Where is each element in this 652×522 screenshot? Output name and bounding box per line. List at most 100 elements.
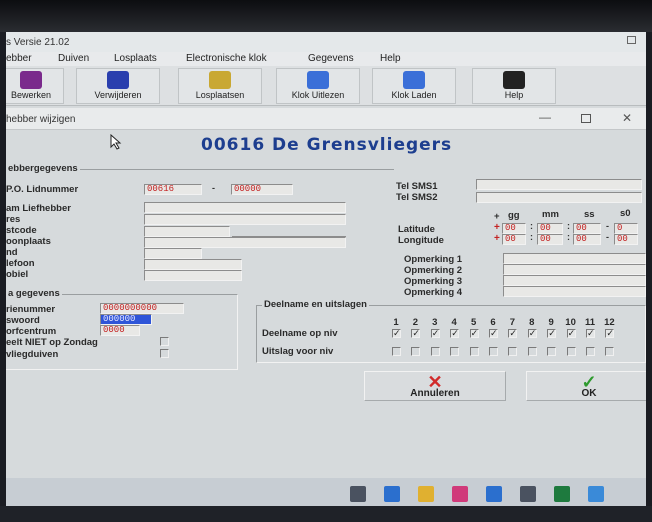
menu-gegevens[interactable]: Gegevens (308, 53, 354, 64)
adres-label: res (6, 214, 21, 225)
longitude-s0-field[interactable]: 00 (614, 234, 638, 245)
deelname-checkbox[interactable]: ✓ (566, 329, 576, 338)
latitude-ss-field[interactable]: 00 (573, 223, 601, 234)
remark-1-field[interactable] (503, 253, 646, 264)
bewerken-button[interactable]: Bewerken (6, 68, 64, 104)
uitslag-checkbox[interactable] (450, 347, 460, 356)
taskbar-app-icon[interactable] (520, 486, 536, 502)
menu-electronische-klok[interactable]: Electronische klok (186, 53, 267, 64)
klok-laden-button[interactable]: Klok Laden (372, 68, 456, 104)
section-title-extra: a gegevens (6, 288, 62, 299)
latitude-gg-field[interactable]: 00 (502, 223, 526, 234)
longitude-mm-field[interactable]: 00 (537, 234, 563, 245)
sms2-field[interactable] (476, 192, 642, 203)
remark-3-field[interactable] (503, 275, 646, 286)
deelname-checkbox[interactable]: ✓ (392, 329, 401, 338)
ok-button[interactable]: ✓ OK (526, 371, 646, 401)
dash-separator: - (212, 183, 215, 193)
zondag-checkbox[interactable] (160, 337, 169, 346)
verwijderen-button[interactable]: Verwijderen (76, 68, 160, 104)
taskbar-app-icon[interactable] (554, 486, 570, 502)
remark-3-label: Opmerking 3 (404, 276, 463, 287)
taskbar-app-icon[interactable] (486, 486, 502, 502)
uitslag-checkbox[interactable] (392, 347, 401, 356)
taskbar-app-icon[interactable] (350, 486, 366, 502)
menu-losplaats[interactable]: Losplaats (114, 53, 157, 64)
deelname-checkbox[interactable]: ✓ (450, 329, 460, 338)
uitslag-checkbox[interactable] (430, 347, 440, 356)
vliegduiven-checkbox[interactable] (160, 349, 169, 358)
menu-help[interactable]: Help (380, 53, 401, 64)
toolbar: Bewerken Verwijderen Losplaatsen Klok Ui… (6, 66, 646, 106)
uitslag-checkbox[interactable] (508, 347, 518, 356)
level-number: 7 (509, 317, 516, 328)
uitslag-checkbox[interactable] (411, 347, 421, 356)
maximize-icon[interactable] (627, 36, 636, 44)
latitude-sign[interactable]: + (494, 222, 500, 233)
taskbar-app-icon[interactable] (588, 486, 604, 502)
deelname-checkbox[interactable]: ✓ (430, 329, 440, 338)
uitslag-checkbox[interactable] (605, 347, 615, 356)
deelname-checkbox[interactable]: ✓ (489, 329, 498, 338)
deelname-checkbox[interactable]: ✓ (469, 329, 479, 338)
uitslag-checkbox[interactable] (469, 347, 479, 356)
deelname-checkbox[interactable]: ✓ (411, 329, 421, 338)
close-icon[interactable]: ✕ (622, 111, 632, 125)
taskbar-folder-icon[interactable] (418, 486, 434, 502)
remark-4-label: Opmerking 4 (404, 287, 463, 298)
klok-uitlezen-button[interactable]: Klok Uitlezen (276, 68, 360, 104)
deelname-checkbox[interactable]: ✓ (586, 329, 595, 338)
menubar: ebber Duiven Losplaats Electronische klo… (6, 52, 646, 66)
annuleren-button[interactable]: ✕ Annuleren (364, 371, 506, 401)
uitslag-label: Uitslag voor niv (262, 346, 334, 357)
remark-2-field[interactable] (503, 264, 646, 275)
maximize-icon[interactable] (581, 114, 591, 123)
screen: s Versie 21.02 ebber Duiven Losplaats El… (6, 32, 646, 510)
taskbar-app-icon[interactable] (452, 486, 468, 502)
minimize-icon[interactable]: — (539, 110, 551, 124)
land-field[interactable] (144, 248, 202, 259)
postcode-field[interactable] (144, 226, 230, 237)
deelname-checkbox[interactable]: ✓ (527, 329, 537, 338)
korfcentrum-field[interactable]: 0000 (100, 325, 140, 336)
sms1-field[interactable] (476, 179, 642, 190)
telefoon-field[interactable] (144, 259, 242, 270)
wachtwoord-field[interactable]: 000000 (100, 314, 152, 325)
longitude-gg-field[interactable]: 00 (502, 234, 526, 245)
adres-field[interactable] (144, 214, 346, 225)
taskbar-app-icon[interactable] (384, 486, 400, 502)
section-title-participation: Deelname en uitslagen (262, 299, 369, 310)
uitslag-checkbox[interactable] (547, 347, 557, 356)
mobiel-field[interactable] (144, 270, 242, 281)
uitslag-checkbox[interactable] (586, 347, 595, 356)
lidnummer-field-2[interactable]: 00000 (231, 184, 293, 195)
menu-liefhebber[interactable]: ebber (6, 53, 32, 64)
section-title-main: ebbergegevens (6, 163, 80, 174)
level-number: 5 (470, 317, 477, 328)
uitslag-checkbox[interactable] (527, 347, 537, 356)
zondag-label: eelt NIET op Zondag (6, 337, 98, 348)
deelname-checkbox[interactable]: ✓ (547, 329, 557, 338)
lidnummer-field[interactable]: 00616 (144, 184, 202, 195)
level-number: 4 (451, 317, 457, 328)
sms2-label: Tel SMS2 (396, 192, 438, 203)
longitude-sign[interactable]: + (494, 233, 500, 244)
serienummer-field[interactable]: 0000000000 (100, 303, 184, 314)
uitslag-checkbox[interactable] (489, 347, 498, 356)
latitude-s0-field[interactable]: 0 (614, 223, 638, 234)
woonplaats-field[interactable] (144, 237, 346, 248)
latitude-mm-field[interactable]: 00 (537, 223, 563, 234)
menu-duiven[interactable]: Duiven (58, 53, 89, 64)
help-book-icon (503, 71, 525, 89)
deelname-checkbox[interactable]: ✓ (508, 329, 518, 338)
uitslag-checkbox[interactable] (566, 347, 576, 356)
deelname-checkbox[interactable]: ✓ (605, 329, 615, 338)
longitude-ss-field[interactable]: 00 (573, 234, 601, 245)
page-title: 00616 De Grensvliegers (201, 135, 453, 155)
remark-4-field[interactable] (503, 286, 646, 297)
losplaatsen-button[interactable]: Losplaatsen (178, 68, 262, 104)
coord-head-mm: mm (542, 209, 559, 220)
monitor-bezel-bottom (0, 506, 652, 522)
help-button[interactable]: Help (472, 68, 556, 104)
naam-field[interactable] (144, 202, 346, 213)
